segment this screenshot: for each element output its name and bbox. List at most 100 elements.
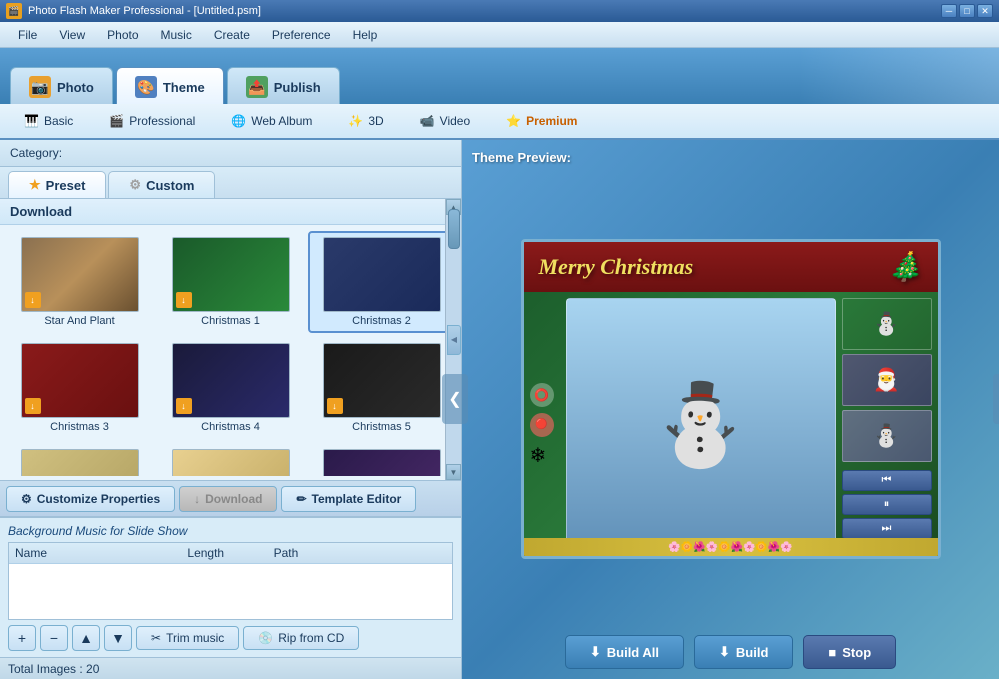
theme-label-3: Christmas 2: [352, 315, 411, 327]
theme-item-8[interactable]: [157, 443, 304, 476]
xmas-background: Merry Christmas 🎄 ⭕ 🔴 ❄ ⛄: [524, 242, 938, 556]
premium-icon: ⭐: [506, 114, 521, 128]
skip-forward-button[interactable]: ⏭: [842, 518, 932, 539]
minimize-button[interactable]: ─: [941, 4, 957, 18]
download-label: Download: [0, 199, 461, 225]
preview-image: Merry Christmas 🎄 ⭕ 🔴 ❄ ⛄: [521, 239, 941, 559]
build-button[interactable]: ⬇ Build: [694, 635, 793, 669]
preview-nav-right-button[interactable]: ❯: [993, 374, 999, 424]
theme-item-2[interactable]: ↓ Christmas 1: [157, 231, 304, 333]
publish-tab-label: Publish: [274, 80, 321, 95]
remove-music-button[interactable]: −: [40, 625, 68, 651]
menu-file[interactable]: File: [8, 25, 47, 45]
stop-button[interactable]: ■ Stop: [803, 635, 896, 669]
music-col-name: Name: [15, 546, 187, 560]
theme-item-7[interactable]: [6, 443, 153, 476]
right-panel: Theme Preview: ❮ Merry Christmas 🎄: [462, 140, 999, 679]
music-table: Name Length Path: [8, 542, 453, 620]
category-label: Category:: [10, 146, 62, 160]
theme-thumb-3: [323, 237, 441, 312]
title-bar: 🎬 Photo Flash Maker Professional - [Unti…: [0, 0, 999, 22]
maximize-button[interactable]: □: [959, 4, 975, 18]
theme-grid-area: Download ↓ Star And Plant ↓ Christmas 1: [0, 199, 461, 480]
template-editor-button[interactable]: ✏ Template Editor: [281, 486, 416, 512]
snowman-emoji: ⛄: [651, 378, 751, 472]
download-button[interactable]: ↓ Download: [179, 486, 277, 512]
window-controls: ─ □ ✕: [941, 4, 993, 18]
theme-label-1: Star And Plant: [44, 315, 114, 327]
theme-label-5: Christmas 4: [201, 421, 260, 433]
custom-icon: ⚙: [129, 177, 141, 193]
move-down-music-button[interactable]: ▼: [104, 625, 132, 651]
total-images: Total Images : 20: [8, 662, 99, 676]
theme-label-2: Christmas 1: [201, 315, 260, 327]
sub-tab-web-album[interactable]: 🌐 Web Album: [215, 109, 328, 133]
preset-custom-tabs: ★ Preset ⚙ Custom: [0, 167, 461, 199]
build-icon: ⬇: [719, 644, 730, 660]
menu-bar: File View Photo Music Create Preference …: [0, 22, 999, 48]
theme-item-4[interactable]: ↓ Christmas 3: [6, 337, 153, 439]
close-button[interactable]: ✕: [977, 4, 993, 18]
theme-tab-label: Theme: [163, 80, 205, 95]
bottom-controls: ⚙ Customize Properties ↓ Download ✏ Temp…: [0, 480, 461, 516]
left-panel: Category: ★ Preset ⚙ Custom Download ↓: [0, 140, 462, 679]
theme-item-1[interactable]: ↓ Star And Plant: [6, 231, 153, 333]
download-icon-1: ↓: [25, 292, 41, 308]
theme-item-6[interactable]: ↓ Christmas 5: [308, 337, 455, 439]
download-icon-4: ↓: [25, 398, 41, 414]
menu-photo[interactable]: Photo: [97, 25, 148, 45]
theme-item-5[interactable]: ↓ Christmas 4: [157, 337, 304, 439]
menu-create[interactable]: Create: [204, 25, 260, 45]
preview-nav-left-button[interactable]: ❮: [442, 374, 468, 424]
video-icon: 📹: [420, 114, 435, 128]
thumb-2: 🎅: [842, 354, 932, 406]
menu-view[interactable]: View: [49, 25, 95, 45]
music-table-header: Name Length Path: [9, 543, 452, 564]
sub-tab-video[interactable]: 📹 Video: [404, 109, 486, 133]
photo-tab-label: Photo: [57, 80, 94, 95]
tab-publish[interactable]: 📤 Publish: [227, 67, 340, 104]
sub-tab-professional[interactable]: 🎬 Professional: [93, 109, 211, 133]
skip-back-button[interactable]: ⏮: [842, 470, 932, 491]
theme-tab-icon: 🎨: [135, 76, 157, 98]
download-icon-6: ↓: [327, 398, 343, 414]
theme-thumb-4: ↓: [21, 343, 139, 418]
rip-cd-button[interactable]: 💿 Rip from CD: [243, 626, 359, 650]
theme-item-3[interactable]: Christmas 2: [308, 231, 455, 333]
tab-theme[interactable]: 🎨 Theme: [116, 67, 224, 104]
theme-thumb-2: ↓: [172, 237, 290, 312]
music-col-length: Length: [187, 546, 273, 560]
total-bar: Total Images : 20: [0, 657, 461, 679]
sub-tab-premium[interactable]: ⭐ Premium: [490, 109, 593, 133]
add-music-button[interactable]: +: [8, 625, 36, 651]
theme-thumb-7: [21, 449, 139, 476]
scroll-down-button[interactable]: ▼: [446, 464, 461, 480]
expand-panel-button[interactable]: ◀: [447, 325, 461, 355]
bottom-decoration: 🌸🌼🌺🌸🌼🌺🌸🌼🌺🌸: [524, 538, 938, 556]
preview-area: ❮ Merry Christmas 🎄 ⭕ 🔴: [472, 173, 989, 625]
trim-music-button[interactable]: ✂ Trim music: [136, 626, 239, 650]
pause-button[interactable]: ⏸: [842, 494, 932, 515]
music-col-path: Path: [274, 546, 446, 560]
sub-tab-3d[interactable]: ✨ 3D: [332, 109, 399, 133]
move-up-music-button[interactable]: ▲: [72, 625, 100, 651]
theme-thumb-1: ↓: [21, 237, 139, 312]
build-all-button[interactable]: ⬇ Build All: [565, 635, 684, 669]
playback-controls: ⏮ ⏸ ⏭: [842, 470, 932, 539]
custom-tab[interactable]: ⚙ Custom: [108, 171, 215, 198]
customize-properties-button[interactable]: ⚙ Customize Properties: [6, 486, 175, 512]
menu-help[interactable]: Help: [343, 25, 388, 45]
thumb-1: ⛄: [842, 298, 932, 350]
stop-icon: ■: [828, 645, 836, 660]
tab-photo[interactable]: 📷 Photo: [10, 67, 113, 104]
preset-tab[interactable]: ★ Preset: [8, 171, 106, 198]
scrollbar-thumb[interactable]: [448, 209, 460, 249]
menu-preference[interactable]: Preference: [262, 25, 341, 45]
menu-music[interactable]: Music: [151, 25, 202, 45]
sub-tab-basic[interactable]: 🎹 Basic: [8, 109, 89, 133]
star-icon: ★: [29, 177, 41, 193]
theme-grid: ↓ Star And Plant ↓ Christmas 1 Christmas…: [0, 225, 461, 476]
theme-label-6: Christmas 5: [352, 421, 411, 433]
xmas-header: Merry Christmas 🎄: [524, 242, 938, 292]
theme-item-9[interactable]: [308, 443, 455, 476]
